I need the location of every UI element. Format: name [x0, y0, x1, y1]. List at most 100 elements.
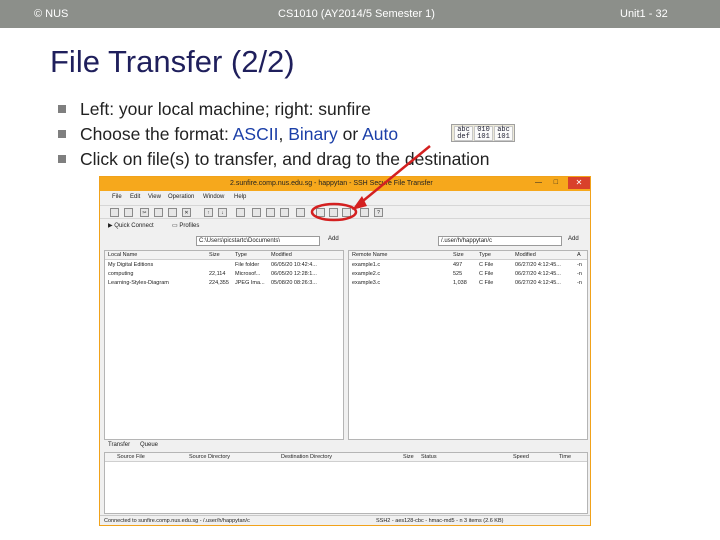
- menu-edit[interactable]: Edit: [130, 194, 140, 200]
- bullet-text: Choose the format:: [80, 124, 233, 144]
- save-icon[interactable]: [110, 208, 119, 217]
- window-titlebar[interactable]: 2.sunfire.comp.nus.edu.sg - happytan - S…: [100, 177, 590, 191]
- minimize-icon[interactable]: —: [535, 179, 542, 186]
- file-attributes: -n: [577, 262, 582, 268]
- details-view-icon[interactable]: [266, 208, 275, 217]
- table-row[interactable]: example3.c 1,038 C File 06/27/20 4:12:45…: [349, 279, 587, 288]
- file-name: Learning-Styles-Diagram: [108, 280, 169, 286]
- print-icon[interactable]: [124, 208, 133, 217]
- refresh-icon[interactable]: [280, 208, 289, 217]
- file-modified: 06/05/20 10:42:4...: [271, 262, 317, 268]
- transfer-queue-pane[interactable]: Source File Source Directory Destination…: [104, 452, 588, 514]
- paste-icon[interactable]: [168, 208, 177, 217]
- bullet-text: Left: your local machine; right: sunfire: [80, 99, 371, 119]
- bullet-text: or: [337, 124, 363, 144]
- local-add-button[interactable]: Add: [328, 236, 339, 242]
- col-attributes[interactable]: A: [577, 252, 581, 258]
- tab-queue[interactable]: Queue: [140, 442, 158, 448]
- table-row[interactable]: computing 22,114 Microsof... 06/05/20 12…: [105, 270, 343, 279]
- remote-add-button[interactable]: Add: [568, 236, 579, 242]
- binary-format-icon[interactable]: 010 101: [474, 126, 493, 141]
- auto-label: Auto: [362, 124, 399, 144]
- file-size: 224,355: [209, 280, 229, 286]
- col-size[interactable]: Size: [209, 252, 220, 258]
- file-modified: 05/08/20 08:26:3...: [271, 280, 317, 286]
- table-row[interactable]: example2.c 525 C File 06/27/20 4:12:45..…: [349, 270, 587, 279]
- quick-connect-label: Quick Connect: [114, 223, 154, 229]
- file-type: C File: [479, 262, 494, 268]
- copy-icon[interactable]: [154, 208, 163, 217]
- file-attributes: -n: [577, 280, 582, 286]
- local-path-input[interactable]: C:\Users\picstartc\Documents\: [196, 236, 320, 246]
- auto-toolbar-icon[interactable]: [342, 208, 351, 217]
- file-modified: 06/05/20 12:28:1...: [271, 271, 317, 277]
- col-source-file[interactable]: Source File: [117, 454, 145, 460]
- file-size: 22,114: [209, 271, 226, 277]
- file-type: C File: [479, 271, 494, 277]
- col-time[interactable]: Time: [559, 454, 571, 460]
- status-bar: Connected to sunfire.comp.nus.edu.sg - /…: [100, 515, 590, 525]
- col-remote-name[interactable]: Remote Name: [352, 252, 387, 258]
- table-row[interactable]: My Digital Editions File folder 06/05/20…: [105, 261, 343, 270]
- toolbar: ✂ ✕ ↑ ↓ ?: [100, 205, 590, 219]
- file-type: File folder: [235, 262, 260, 268]
- col-local-name[interactable]: Local Name: [108, 252, 137, 258]
- transfer-tabs: Transfer Queue: [104, 441, 588, 451]
- remote-file-pane[interactable]: Remote Name Size Type Modified A example…: [348, 250, 588, 440]
- maximize-icon[interactable]: □: [554, 179, 558, 186]
- ascii-format-icon[interactable]: abc def: [454, 126, 473, 141]
- list-view-icon[interactable]: [252, 208, 261, 217]
- col-source-directory[interactable]: Source Directory: [189, 454, 230, 460]
- stop-icon[interactable]: [360, 208, 369, 217]
- menu-window[interactable]: Window: [203, 194, 224, 200]
- session-info: SSH2 - aes128-cbc - hmac-md5 - n 3 items…: [376, 518, 504, 524]
- terminal-icon[interactable]: [296, 208, 305, 217]
- file-type: Microsof...: [235, 271, 261, 277]
- col-type[interactable]: Type: [235, 252, 247, 258]
- table-row[interactable]: Learning-Styles-Diagram 224,355 JPEG Ima…: [105, 279, 343, 288]
- menu-operation[interactable]: Operation: [168, 194, 194, 200]
- window-title: 2.sunfire.comp.nus.edu.sg - happytan - S…: [230, 180, 433, 187]
- ascii-label: ASCII: [232, 124, 279, 144]
- file-type: JPEG Ima...: [235, 280, 265, 286]
- file-name: example3.c: [352, 280, 381, 286]
- folder-icon[interactable]: [236, 208, 245, 217]
- help-icon[interactable]: ?: [374, 208, 383, 217]
- file-size: 1,038: [453, 280, 467, 286]
- tab-transfer[interactable]: Transfer: [108, 442, 130, 448]
- col-size[interactable]: Size: [403, 454, 414, 460]
- col-size[interactable]: Size: [453, 252, 464, 258]
- col-modified[interactable]: Modified: [271, 252, 292, 258]
- menu-help[interactable]: Help: [234, 194, 246, 200]
- file-modified: 06/27/20 4:12:45...: [515, 271, 561, 277]
- col-modified[interactable]: Modified: [515, 252, 536, 258]
- delete-icon[interactable]: ✕: [182, 208, 191, 217]
- file-name: example2.c: [352, 271, 381, 277]
- col-status[interactable]: Status: [421, 454, 437, 460]
- bullet-item: Left: your local machine; right: sunfire: [56, 97, 490, 122]
- remote-path-input[interactable]: /.user/h/happytan/c: [438, 236, 562, 246]
- download-icon[interactable]: ↓: [218, 208, 227, 217]
- col-speed[interactable]: Speed: [513, 454, 529, 460]
- col-type[interactable]: Type: [479, 252, 491, 258]
- close-icon[interactable]: ✕: [568, 177, 590, 189]
- upload-icon[interactable]: ↑: [204, 208, 213, 217]
- file-type: C File: [479, 280, 494, 286]
- local-column-header: Local Name Size Type Modified: [105, 251, 343, 260]
- menu-view[interactable]: View: [148, 194, 161, 200]
- profiles-label: Profiles: [179, 223, 200, 229]
- quick-connect-button[interactable]: ▶ Quick Connect: [108, 222, 154, 229]
- file-name: My Digital Editions: [108, 262, 154, 268]
- file-modified: 06/27/20 4:12:45...: [515, 280, 561, 286]
- menu-file[interactable]: File: [112, 194, 122, 200]
- binary-toolbar-icon[interactable]: [329, 208, 338, 217]
- col-destination-directory[interactable]: Destination Directory: [281, 454, 332, 460]
- address-bar: C:\Users\picstartc\Documents\ Add /.user…: [100, 234, 590, 248]
- profiles-button[interactable]: ▭ Profiles: [172, 222, 199, 229]
- file-name: example1.c: [352, 262, 381, 268]
- local-file-pane[interactable]: Local Name Size Type Modified My Digital…: [104, 250, 344, 440]
- cut-icon[interactable]: ✂: [140, 208, 149, 217]
- ascii-toolbar-icon[interactable]: [316, 208, 325, 217]
- table-row[interactable]: example1.c 497 C File 06/27/20 4:12:45..…: [349, 261, 587, 270]
- auto-format-icon[interactable]: abc 101: [494, 126, 513, 141]
